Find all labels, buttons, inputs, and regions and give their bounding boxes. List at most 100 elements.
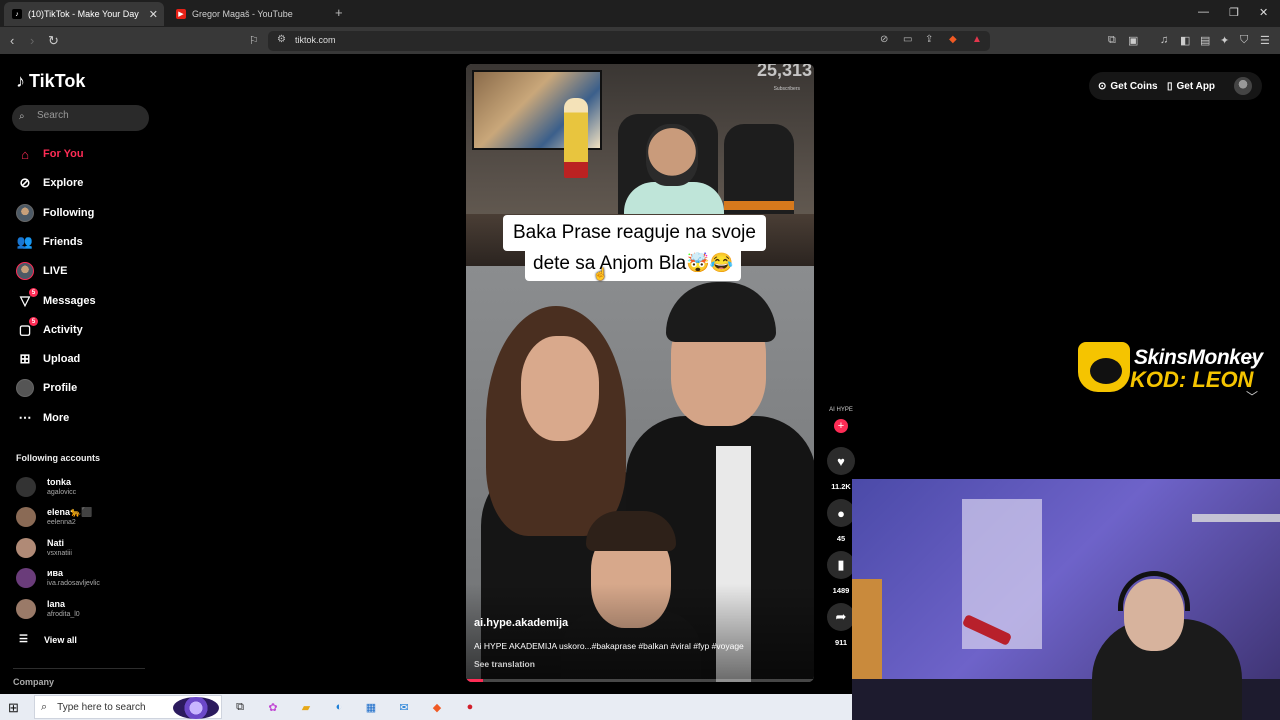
nav-activity[interactable]: ▢ 5 Activity (16, 317, 83, 341)
tab-search-icon[interactable]: ▣ (1128, 34, 1138, 47)
monitor-edge (852, 579, 882, 689)
file-explorer-icon[interactable]: ▰ (295, 697, 317, 717)
outlook-icon[interactable]: ✉ (393, 697, 415, 717)
windows-start-icon[interactable]: ⊞ (8, 700, 19, 716)
nav-live[interactable]: LIVE (16, 260, 67, 282)
tiktok-sidebar: ♪ TikTok ⌕ ⌂ For You ⊘ Explore Following… (0, 54, 160, 694)
bookmark-icon[interactable]: ⚐ (249, 34, 259, 47)
comment-button[interactable]: ● (827, 499, 855, 527)
avatar (16, 477, 36, 497)
wallet-icon[interactable]: ▤ (1200, 34, 1210, 47)
video-player[interactable]: 25,313 Subscribers Baka Prase reaguje na… (466, 64, 814, 682)
address-bar[interactable]: ⚙ tiktok.com ⊘ ▭ ⇪ ◆ ▲ (268, 31, 990, 51)
nav-profile[interactable]: Profile (16, 377, 77, 399)
nav-explore[interactable]: ⊘ Explore (16, 172, 84, 194)
messages-icon: ▽ 5 (16, 288, 38, 310)
video-description[interactable]: Ai HYPE AKADEMIJA uskoro...#bakaprase #b… (474, 641, 744, 651)
menu-icon[interactable]: ☰ (1260, 34, 1270, 47)
account-name: lana (47, 599, 66, 609)
brave-shield-icon[interactable]: ◆ (949, 34, 957, 45)
brave-rewards-icon[interactable]: ▲ (972, 34, 982, 45)
bookmark-icon: ▮ (837, 557, 845, 572)
video-author[interactable]: ai.hype.akademija (474, 617, 568, 629)
search-highlight-icon (173, 697, 219, 719)
following-account[interactable]: ива iva.radosavljevlic (16, 565, 100, 591)
site-settings-icon[interactable]: ⚙ (277, 34, 286, 45)
view-all-link[interactable]: ☰ View all (19, 634, 77, 645)
share-icon[interactable]: ⇪ (925, 34, 933, 45)
windows-taskbar: ⊞ ⌕ ⧉ ✿ ▰ ◐ ▦ ✉ ◆ ● (0, 694, 852, 720)
cast-icon[interactable]: ▭ (903, 34, 912, 45)
nav-label: Activity (43, 324, 83, 336)
following-account[interactable]: Nati vsxnatiii (16, 535, 72, 561)
video-progress-fill (466, 679, 484, 682)
share-button[interactable]: ➦ (827, 603, 855, 631)
forward-icon[interactable]: › (30, 33, 34, 48)
activity-badge: 5 (29, 317, 38, 326)
like-button[interactable]: ♥ (827, 447, 855, 475)
extensions-icon[interactable]: ⧉ (1108, 34, 1116, 47)
edge-icon[interactable]: ◐ (328, 697, 350, 717)
subscriber-count: 25,313 (756, 64, 812, 80)
following-account[interactable]: lana afrodita_l0 (16, 596, 80, 622)
sidebar-icon[interactable]: ◧ (1180, 34, 1190, 47)
search-icon[interactable]: ⌕ (19, 111, 25, 122)
following-account[interactable]: tonka agalovicc (16, 474, 76, 500)
taskbar-search[interactable]: ⌕ (34, 695, 222, 719)
obs-icon[interactable]: ● (459, 697, 481, 717)
monkey-face (1090, 358, 1122, 384)
nav-more[interactable]: ⋯ More (16, 407, 70, 429)
account-handle: agalovicc (47, 489, 77, 496)
brave-icon[interactable]: ◆ (426, 697, 448, 717)
nav-friends[interactable]: 👥 Friends (16, 231, 83, 253)
profile-icon (16, 379, 34, 397)
following-avatar-icon (16, 204, 34, 222)
tab-youtube[interactable]: ▶ Gregor Magaš - YouTube (168, 2, 328, 26)
taskbar-search-input[interactable] (57, 701, 168, 713)
copilot-icon[interactable]: ✿ (262, 697, 284, 717)
reload-icon[interactable]: ↻ (48, 33, 59, 49)
vpn-icon[interactable]: ⛉ (1240, 34, 1248, 47)
tab-tiktok[interactable]: ♪ (10)TikTok - Make Your Day ✕ (4, 2, 164, 26)
user-avatar[interactable] (1234, 77, 1252, 95)
save-button[interactable]: ▮ (827, 551, 855, 579)
url-text[interactable]: tiktok.com (295, 35, 336, 45)
window-close-icon[interactable]: ✕ (1259, 6, 1268, 19)
tiktok-note-icon: ♪ (16, 71, 25, 91)
monkey-logo-icon (1078, 342, 1130, 392)
nav-following[interactable]: Following (16, 202, 94, 224)
video-progress-bar[interactable] (466, 679, 814, 682)
new-tab-icon[interactable]: + (335, 5, 343, 20)
leo-ai-icon[interactable]: ✦ (1220, 34, 1229, 47)
nav-label: Explore (43, 177, 84, 189)
store-icon[interactable]: ▦ (360, 697, 382, 717)
share-arrow-icon: ➦ (835, 609, 847, 624)
tv-screen (472, 70, 602, 178)
camera-off-icon[interactable]: ⊘ (880, 34, 888, 45)
nav-messages[interactable]: ▽ 5 Messages (16, 288, 96, 312)
back-icon[interactable]: ‹ (10, 33, 14, 48)
see-translation-link[interactable]: See translation (474, 659, 535, 669)
search-input[interactable] (37, 110, 142, 121)
task-view-icon[interactable]: ⧉ (229, 697, 251, 717)
following-account[interactable]: elena🐆⬛ eelenna2 (16, 504, 92, 530)
media-icon[interactable]: ♫ (1160, 34, 1168, 46)
close-icon[interactable]: ✕ (149, 8, 158, 21)
get-app-button[interactable]: ▯ Get App (1167, 74, 1215, 98)
search-box[interactable]: ⌕ (12, 105, 149, 131)
tiktok-logo[interactable]: ♪ TikTok (16, 71, 85, 92)
restore-icon[interactable]: ❐ (1229, 6, 1239, 19)
minimize-icon[interactable]: — (1198, 6, 1209, 18)
nav-upload[interactable]: ⊞ Upload (16, 348, 81, 370)
account-handle: afrodita_l0 (47, 611, 80, 618)
follow-plus-icon[interactable]: + (834, 419, 848, 433)
company-link[interactable]: Company (13, 677, 54, 687)
nav-label: More (43, 412, 70, 424)
friends-icon: 👥 (16, 234, 34, 249)
browser-tab-bar: ♪ (10)TikTok - Make Your Day ✕ ▶ Gregor … (0, 0, 1280, 27)
get-coins-button[interactable]: ⊙ Get Coins (1098, 74, 1158, 98)
webcam-overlay (852, 479, 1280, 720)
sidebar-divider (13, 668, 145, 669)
account-handle: eelenna2 (47, 519, 76, 526)
nav-for-you[interactable]: ⌂ For You (16, 143, 83, 165)
